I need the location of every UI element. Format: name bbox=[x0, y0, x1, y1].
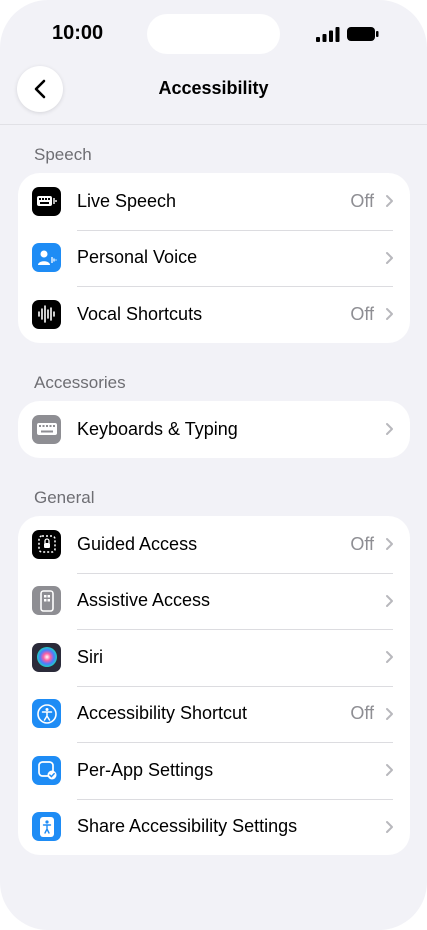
share-person-icon bbox=[32, 812, 61, 842]
group-general: Guided Access Off Assistive Access Siri … bbox=[18, 516, 410, 855]
app-check-icon bbox=[32, 755, 61, 785]
status-bar: 10:00 bbox=[0, 0, 427, 66]
chevron-right-icon bbox=[386, 538, 393, 551]
section-header-general: General bbox=[34, 488, 95, 507]
group-accessories: Keyboards & Typing bbox=[18, 401, 410, 458]
chevron-right-icon bbox=[386, 764, 393, 777]
cellular-signal-icon bbox=[316, 27, 340, 42]
chevron-right-icon bbox=[386, 308, 393, 321]
row-share-accessibility-settings[interactable]: Share Accessibility Settings bbox=[18, 798, 410, 856]
accessibility-icon bbox=[32, 699, 61, 729]
chevron-right-icon bbox=[386, 594, 393, 607]
row-value: Off bbox=[350, 533, 374, 554]
row-live-speech[interactable]: Live Speech Off bbox=[18, 173, 410, 230]
row-label: Live Speech bbox=[77, 190, 177, 211]
row-label: Accessibility Shortcut bbox=[77, 703, 248, 724]
chevron-right-icon bbox=[386, 707, 393, 720]
keyboard-wave-icon bbox=[32, 186, 61, 216]
row-label: Share Accessibility Settings bbox=[77, 816, 298, 837]
keyboard-icon bbox=[32, 414, 61, 444]
person-wave-icon bbox=[32, 243, 61, 273]
row-label: Keyboards & Typing bbox=[77, 418, 238, 439]
siri-icon bbox=[32, 642, 61, 672]
waveform-icon bbox=[32, 299, 61, 329]
chevron-right-icon bbox=[386, 195, 393, 208]
chevron-right-icon bbox=[386, 820, 393, 833]
row-keyboards-typing[interactable]: Keyboards & Typing bbox=[18, 401, 410, 458]
navigation-bar: Accessibility bbox=[0, 66, 427, 125]
row-label: Per-App Settings bbox=[77, 759, 214, 780]
row-assistive-access[interactable]: Assistive Access bbox=[18, 572, 410, 630]
row-value: Off bbox=[350, 190, 374, 211]
chevron-right-icon bbox=[386, 651, 393, 664]
row-label: Personal Voice bbox=[77, 247, 198, 268]
row-label: Siri bbox=[77, 646, 103, 667]
row-per-app-settings[interactable]: Per-App Settings bbox=[18, 742, 410, 799]
row-label: Vocal Shortcuts bbox=[77, 303, 203, 324]
chevron-right-icon bbox=[386, 251, 393, 264]
row-guided-access[interactable]: Guided Access Off bbox=[18, 516, 410, 573]
row-label: Guided Access bbox=[77, 533, 198, 554]
row-value: Off bbox=[350, 703, 374, 724]
row-accessibility-shortcut[interactable]: Accessibility Shortcut Off bbox=[18, 685, 410, 743]
group-speech: Live Speech Off Personal Voice Vocal Sho… bbox=[18, 173, 410, 343]
row-label: Assistive Access bbox=[77, 590, 211, 611]
battery-icon bbox=[347, 27, 379, 41]
page-title: Accessibility bbox=[158, 78, 269, 98]
phone-grid-icon bbox=[32, 586, 61, 616]
row-vocal-shortcuts[interactable]: Vocal Shortcuts Off bbox=[18, 286, 410, 343]
row-value: Off bbox=[350, 303, 374, 324]
phone-screen: 10:00 Accessibility Speech Live Speech O… bbox=[0, 0, 427, 930]
row-personal-voice[interactable]: Personal Voice bbox=[18, 229, 410, 287]
section-header-accessories: Accessories bbox=[34, 373, 126, 392]
dynamic-island bbox=[147, 14, 280, 54]
status-time: 10:00 bbox=[52, 22, 104, 44]
lock-dashed-icon bbox=[32, 529, 61, 559]
chevron-right-icon bbox=[386, 423, 393, 436]
section-header-speech: Speech bbox=[34, 145, 92, 164]
row-siri[interactable]: Siri bbox=[18, 629, 410, 686]
